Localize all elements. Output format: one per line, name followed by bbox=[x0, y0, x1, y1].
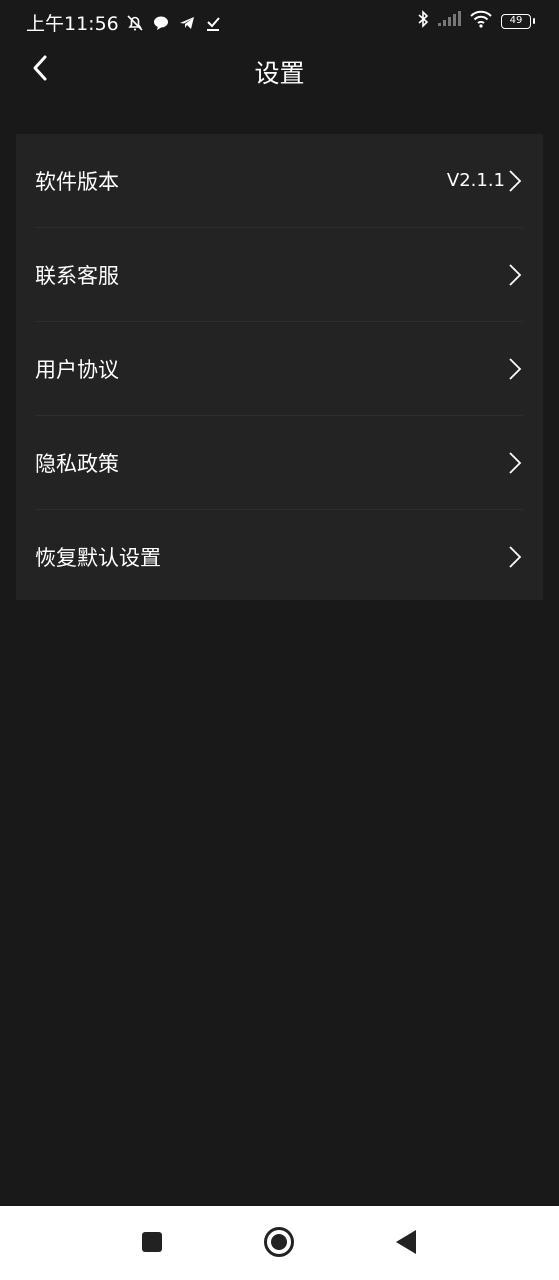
settings-list: 软件版本 V2.1.1 联系客服 用户协议 隐私政策 恢复默认设置 bbox=[16, 134, 543, 600]
download-done-icon bbox=[203, 13, 223, 33]
telegram-icon bbox=[177, 13, 197, 33]
settings-item-label: 用户协议 bbox=[35, 357, 119, 382]
settings-item-user-agreement[interactable]: 用户协议 bbox=[35, 321, 523, 415]
chevron-right-icon bbox=[507, 450, 523, 476]
settings-item-privacy-policy[interactable]: 隐私政策 bbox=[35, 415, 523, 509]
status-bar-right: 49 bbox=[417, 10, 535, 32]
chevron-right-icon bbox=[507, 544, 523, 570]
nav-back-button[interactable] bbox=[390, 1228, 422, 1260]
recents-square-icon bbox=[140, 1230, 164, 1258]
title-bar: 设置 bbox=[0, 42, 559, 100]
wifi-icon bbox=[469, 10, 493, 32]
settings-item-contact-support[interactable]: 联系客服 bbox=[35, 227, 523, 321]
status-time: 上午11:56 bbox=[26, 13, 119, 35]
settings-item-label: 软件版本 bbox=[35, 169, 119, 194]
settings-item-restore-defaults[interactable]: 恢复默认设置 bbox=[35, 509, 523, 603]
chevron-right-icon bbox=[507, 262, 523, 288]
chevron-right-icon bbox=[507, 168, 523, 194]
status-bar: 上午11:56 49 bbox=[0, 0, 559, 42]
signal-icon bbox=[437, 11, 461, 31]
home-circle-icon bbox=[263, 1226, 295, 1262]
status-bar-left: 上午11:56 bbox=[26, 9, 223, 36]
system-nav-bar bbox=[0, 1206, 559, 1280]
battery-icon: 49 bbox=[501, 13, 535, 29]
settings-item-label: 恢复默认设置 bbox=[35, 545, 161, 570]
settings-item-label: 隐私政策 bbox=[35, 451, 119, 476]
version-value: V2.1.1 bbox=[446, 170, 505, 191]
recents-button[interactable] bbox=[136, 1228, 168, 1260]
settings-item-label: 联系客服 bbox=[35, 263, 119, 288]
bluetooth-icon bbox=[417, 10, 429, 32]
home-button[interactable] bbox=[263, 1226, 295, 1262]
settings-screen: 上午11:56 49 设置 软件版本 V2.1.1 联系客服 用户协议 隐私政策… bbox=[0, 0, 559, 1280]
chat-icon bbox=[151, 13, 171, 33]
settings-item-software-version[interactable]: 软件版本 V2.1.1 bbox=[35, 134, 523, 227]
page-title: 设置 bbox=[254, 59, 305, 88]
chevron-right-icon bbox=[507, 356, 523, 382]
alarm-off-icon bbox=[125, 13, 145, 33]
back-triangle-icon bbox=[394, 1228, 418, 1260]
